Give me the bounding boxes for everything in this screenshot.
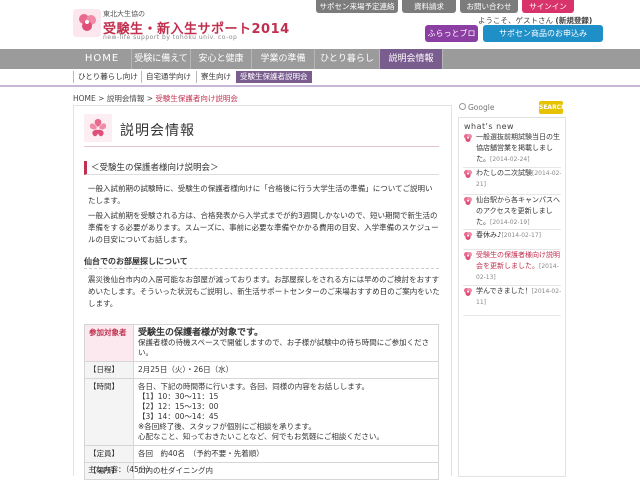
table-row: 【定員】 各回 約40名 （予約不要・先着順）: [84, 445, 439, 463]
news-link[interactable]: わたしの二次試験[2014-02-21]: [476, 168, 562, 190]
time-line: 【1】10：30〜11：15: [138, 392, 219, 401]
nav-exam-prep[interactable]: 受験に備えて: [132, 49, 191, 69]
page-header: 説明会情報: [84, 114, 284, 144]
search-button[interactable]: SEARCH: [539, 101, 566, 114]
news-link[interactable]: 仙台駅から各キャンパスへのアクセスを更新しました。[2014-02-19]: [476, 195, 562, 228]
search-input[interactable]: [468, 101, 532, 114]
search-box: [456, 101, 534, 114]
target-label: 参加対象者: [84, 324, 134, 362]
nav-briefing-info[interactable]: 説明会情報: [380, 49, 443, 69]
capacity-label: 【定員】: [84, 445, 134, 463]
breadcrumb-separator: >: [95, 94, 107, 103]
content-note: 主な内容：（45分）: [88, 465, 154, 474]
welcome-prefix: ようこそ、ゲストさん: [478, 16, 553, 25]
prep-paragraph: 一般入試前期を受験される方は、合格発表から入学式までが約3週間しかないので、短い…: [88, 211, 439, 244]
time-cell: 各日、下記の時間帯に行います。各回、同様の内容をお話しします。 【1】10：30…: [133, 378, 439, 446]
news-title[interactable]: 学んできました！: [476, 287, 532, 295]
signin-button[interactable]: サインイン: [522, 0, 574, 13]
nav-safety-health[interactable]: 安心と健康: [191, 49, 252, 69]
room-search-heading: 仙台でのお部屋探しについて: [84, 255, 439, 269]
sakura-bullet-icon: [464, 252, 472, 260]
site-header: 東北大生協の 受験生・新入生サポート2014 new-life support …: [0, 0, 640, 55]
time-line: 心配なこと、知っておきたいことなど、何でもお気軽にご相談ください。: [138, 432, 384, 441]
subnav-parent-briefing[interactable]: 受験生保護者説明会: [236, 71, 312, 83]
news-date: [2014-02-24]: [490, 156, 530, 163]
table-row: 参加対象者 受験生の保護者様が対象です。 保護者様の待機スペースで開催しますので…: [84, 324, 439, 362]
breadcrumb-current: 受験生保護者向け説明会: [155, 94, 238, 103]
visit-notice-button[interactable]: サポセン来場予定連絡: [316, 0, 398, 13]
page-title: 説明会情報: [120, 123, 195, 139]
whats-new-sidebar: what's new 一般選抜前期試験当日の生協店舗営業を掲載しました。[201…: [458, 117, 566, 477]
target-note: 保護者様の待機スペースで開催しますので、お子様が試験中の待ち時間にご参加ください…: [138, 338, 430, 357]
sub-nav: ひとり暮らし向け 自宅通学向け 寮生向け 受験生保護者説明会: [0, 69, 640, 87]
target-value: 受験生の保護者様が対象です。: [138, 328, 264, 338]
news-link[interactable]: 学んできました！[2014-02-11]: [476, 286, 562, 308]
time-line: 各日、下記の時間帯に行います。各回、同様の内容をお話しします。: [138, 382, 369, 391]
date-label: 【日程】: [84, 361, 134, 379]
sakura-bullet-icon: [464, 134, 472, 142]
sakura-bullet-icon: [464, 197, 472, 205]
time-line: 【2】12：15〜13：00: [138, 402, 219, 411]
main-nav: HOME 受験に備えて 安心と健康 学業の準備 ひとり暮らし 説明会情報 SEA…: [0, 49, 640, 114]
logo-subtitle: new-life support by tohoku univ. co-op: [103, 34, 238, 41]
target-cell: 受験生の保護者様が対象です。 保護者様の待機スペースで開催しますので、お子様が試…: [133, 324, 439, 362]
capacity-value: 各回 約40名 （予約不要・先着順）: [133, 445, 439, 463]
event-info-table: 参加対象者 受験生の保護者様が対象です。 保護者様の待機スペースで開催しますので…: [84, 324, 439, 480]
main-content: 説明会情報 ＜受験生の保護者様向け説明会＞ 一般入試前期の試験時に、受験生の保護…: [73, 105, 452, 480]
sakura-bullet-icon: [464, 170, 472, 178]
news-link[interactable]: 春休み♪[2014-02-17]: [476, 230, 562, 241]
news-title[interactable]: 春休み♪: [476, 231, 501, 239]
table-row: 【時間】 各日、下記の時間帯に行います。各回、同様の内容をお話しします。 【1】…: [84, 378, 439, 446]
place-value: 川内の杜ダイニング内: [133, 462, 439, 480]
subnav-dormitory[interactable]: 寮生向け: [196, 71, 235, 83]
blog-button[interactable]: ふらっとブログ: [425, 25, 478, 55]
section-heading: ＜受験生の保護者様向け説明会＞: [84, 161, 439, 175]
date-value: 2月25日（火）・26日（水）: [133, 361, 439, 379]
site-logo[interactable]: 東北大生協の 受験生・新入生サポート2014 new-life support …: [73, 7, 289, 43]
table-row: 【日程】 2月25日（火）・26日（水）: [84, 361, 439, 379]
breadcrumb-separator: >: [144, 94, 156, 103]
shop-button[interactable]: サポセン商品のお申込み: [483, 25, 603, 42]
sakura-bullet-icon: [464, 288, 472, 296]
time-line: 【3】14：00〜14：45: [138, 412, 219, 421]
register-link[interactable]: (新規登録): [555, 16, 592, 25]
sidebar-title: what's new: [464, 122, 515, 131]
room-search-paragraph: 震災後仙台市内の入居可能なお部屋が減っております。お部屋探しをされる方には早めの…: [88, 275, 440, 308]
breadcrumb-parent[interactable]: 説明会情報: [107, 94, 145, 103]
sakura-logo-icon: [73, 9, 101, 37]
news-separator: [463, 315, 561, 316]
time-line: ※各回終了後、スタッフが個別にご相談を承ります。: [138, 422, 316, 431]
news-date: [2014-02-17]: [501, 232, 542, 239]
nav-living-alone[interactable]: ひとり暮らし: [315, 49, 380, 69]
news-link[interactable]: 一般選抜前期試験当日の生協店舗営業を掲載しました。[2014-02-24]: [476, 132, 562, 165]
sakura-bullet-icon: [464, 232, 472, 240]
subnav-living-alone[interactable]: ひとり暮らし向け: [73, 71, 142, 83]
time-label: 【時間】: [84, 378, 134, 446]
sakura-icon: [84, 114, 112, 142]
contact-button[interactable]: お問い合わせ: [460, 0, 518, 13]
search-icon: [459, 103, 466, 110]
intro-paragraph: 一般入試前期の試験時に、受験生の保護者様向けに「合格後に行う大学生活の準備」につ…: [88, 184, 433, 205]
subnav-home-commute[interactable]: 自宅通学向け: [141, 71, 195, 83]
title-divider: [84, 146, 439, 147]
nav-study-prep[interactable]: 学業の準備: [252, 49, 315, 69]
news-title[interactable]: わたしの二次試験: [476, 169, 532, 177]
breadcrumb: HOME > 説明会情報 > 受験生保護者向け説明会: [73, 93, 238, 104]
breadcrumb-home[interactable]: HOME: [73, 94, 96, 103]
request-documents-button[interactable]: 資料請求: [402, 0, 456, 13]
news-date: [2014-02-19]: [490, 219, 530, 226]
nav-home[interactable]: HOME: [73, 49, 132, 69]
news-link[interactable]: 受験生の保護者様向け説明会を更新しました。[2014-02-13]: [476, 250, 562, 283]
